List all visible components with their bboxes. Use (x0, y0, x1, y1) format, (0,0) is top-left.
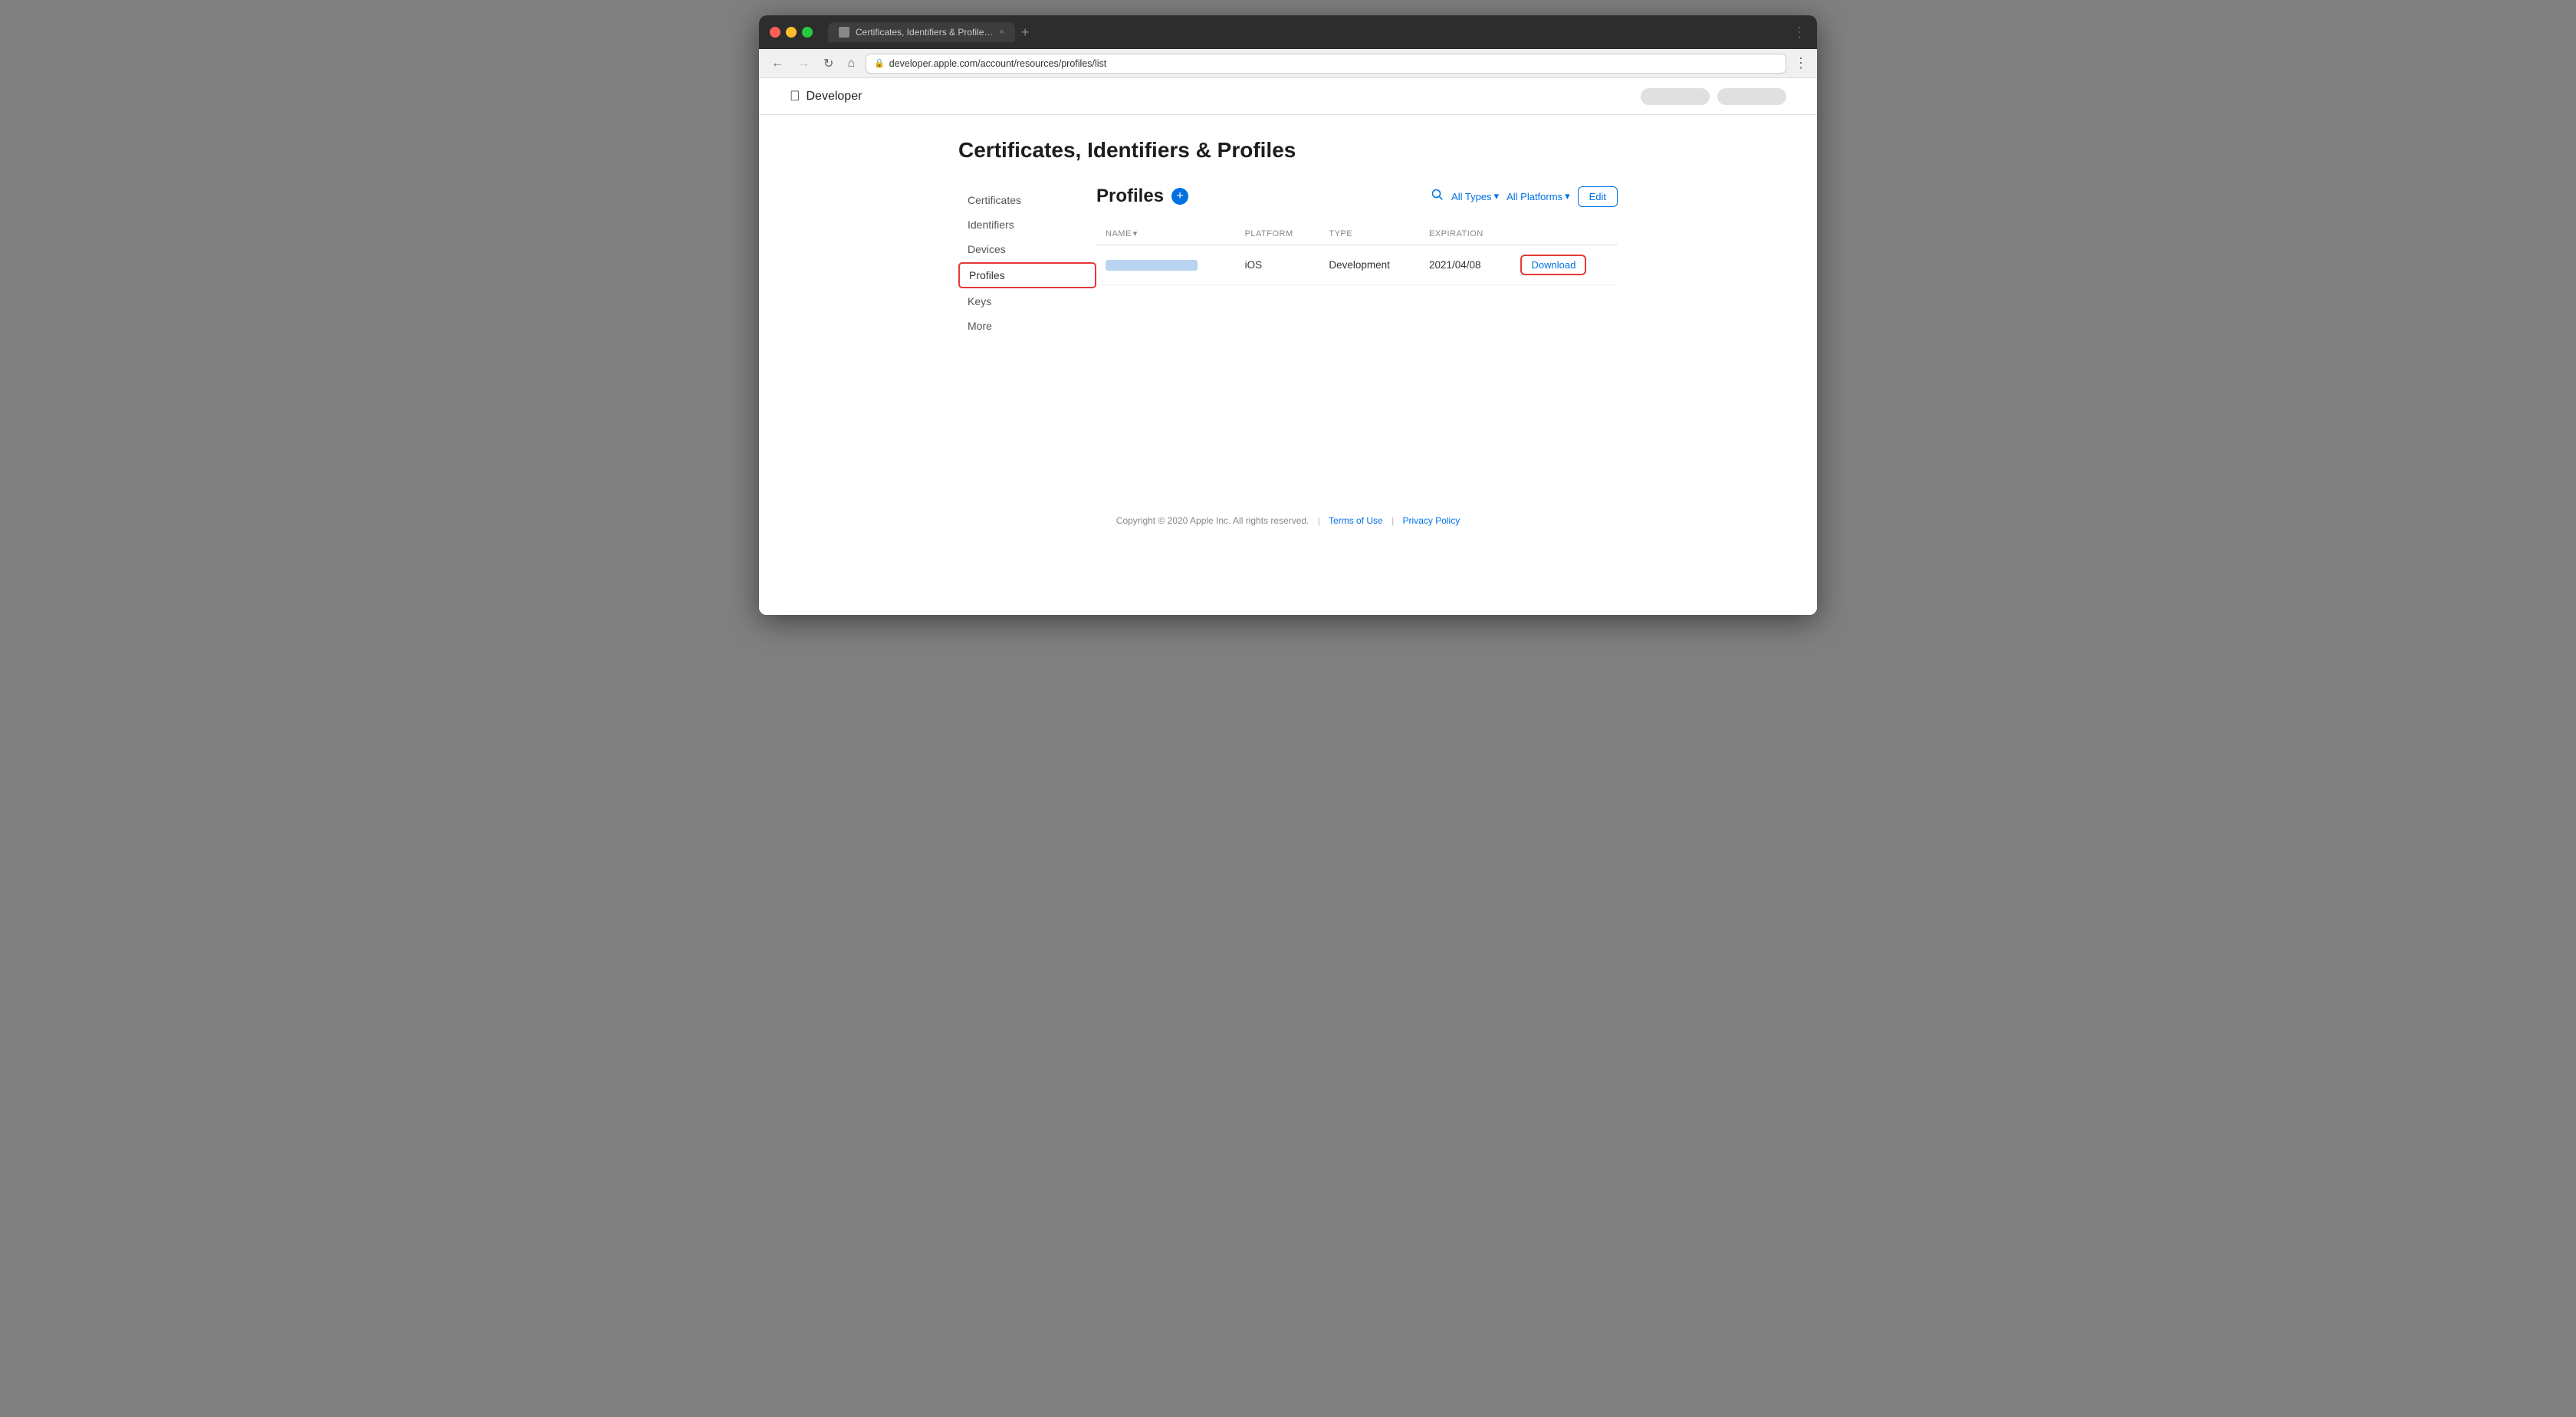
tab-title: Certificates, Identifiers & Profile… (856, 27, 993, 38)
footer-separator-2: | (1392, 515, 1394, 526)
active-tab[interactable]: Certificates, Identifiers & Profile… × (828, 22, 1015, 42)
main-container: Certificates, Identifiers & Profiles Cer… (943, 115, 1633, 564)
sidebar-item-profiles[interactable]: Profiles (958, 262, 1096, 288)
apple-logo-icon:  (790, 88, 800, 104)
close-traffic-light[interactable] (770, 27, 780, 38)
sidebar-item-more[interactable]: More (958, 314, 1096, 337)
fullscreen-traffic-light[interactable] (802, 27, 813, 38)
lock-icon: 🔒 (874, 58, 885, 68)
browser-toolbar: ← → ↻ ⌂ 🔒 developer.apple.com/account/re… (759, 49, 1817, 78)
copyright-text: Copyright © 2020 Apple Inc. All rights r… (1116, 515, 1309, 526)
tab-close-icon[interactable]: × (999, 28, 1004, 37)
address-bar[interactable]: 🔒 developer.apple.com/account/resources/… (866, 54, 1786, 74)
sidebar-item-identifiers[interactable]: Identifiers (958, 213, 1096, 236)
panel-header: Profiles + All Types (1096, 186, 1618, 207)
forward-button[interactable]: → (794, 55, 813, 72)
download-button[interactable]: Download (1520, 255, 1586, 275)
profiles-table: NAME ▾ PLATFORM TYPE EXPIRATION (1096, 222, 1618, 285)
traffic-lights (770, 27, 813, 38)
browser-menu-button[interactable]: ⋮ (1792, 25, 1806, 41)
chevron-down-icon: ▾ (1494, 190, 1500, 202)
tab-favicon (839, 27, 849, 38)
page-content:  Developer Certificates, Identifiers & … (759, 78, 1817, 615)
page-footer: Copyright © 2020 Apple Inc. All rights r… (943, 492, 1633, 541)
col-header-platform: PLATFORM (1236, 222, 1320, 245)
back-button[interactable]: ← (768, 55, 787, 72)
panel-controls: All Types ▾ All Platforms ▾ Edit (1431, 186, 1618, 207)
panel-title-area: Profiles + (1096, 186, 1188, 207)
all-types-filter[interactable]: All Types ▾ (1451, 190, 1499, 202)
sidebar-item-certificates[interactable]: Certificates (958, 189, 1096, 212)
sidebar-item-keys[interactable]: Keys (958, 290, 1096, 313)
col-header-name: NAME ▾ (1096, 222, 1236, 245)
table-header: NAME ▾ PLATFORM TYPE EXPIRATION (1096, 222, 1618, 245)
privacy-policy-link[interactable]: Privacy Policy (1403, 515, 1460, 526)
col-header-expiration: EXPIRATION (1420, 222, 1512, 245)
profile-expiration-cell: 2021/04/08 (1420, 245, 1512, 285)
browser-titlebar: Certificates, Identifiers & Profile… × +… (759, 15, 1817, 49)
profile-platform-cell: iOS (1236, 245, 1320, 285)
table-body: iOS Development 2021/04/08 Download (1096, 245, 1618, 285)
col-header-type: TYPE (1319, 222, 1420, 245)
apple-logo-area:  Developer (790, 88, 862, 104)
terms-of-use-link[interactable]: Terms of Use (1329, 515, 1383, 526)
profile-type-cell: Development (1319, 245, 1420, 285)
header-pill-1 (1641, 88, 1710, 105)
profile-name-redacted (1106, 260, 1198, 271)
browser-window: Certificates, Identifiers & Profile… × +… (759, 15, 1817, 615)
home-button[interactable]: ⌂ (844, 55, 858, 72)
profile-action-cell: Download (1511, 245, 1618, 285)
browser-more-button[interactable]: ⋮ (1794, 55, 1808, 71)
add-profile-button[interactable]: + (1171, 188, 1188, 205)
all-platforms-filter[interactable]: All Platforms ▾ (1506, 190, 1570, 202)
url-text: developer.apple.com/account/resources/pr… (889, 58, 1106, 69)
panel-title: Profiles (1096, 186, 1164, 207)
sidebar: Certificates Identifiers Devices Profile… (958, 186, 1096, 339)
content-area: Certificates Identifiers Devices Profile… (943, 186, 1633, 339)
new-tab-button[interactable]: + (1021, 25, 1030, 41)
search-button[interactable] (1431, 189, 1444, 205)
profile-name-cell (1096, 245, 1236, 285)
page-title: Certificates, Identifiers & Profiles (943, 138, 1633, 163)
main-panel: Profiles + All Types (1096, 186, 1618, 339)
header-pill-2 (1717, 88, 1786, 105)
apple-header:  Developer (759, 78, 1817, 115)
minimize-traffic-light[interactable] (786, 27, 797, 38)
sort-icon: ▾ (1133, 228, 1138, 238)
sidebar-item-devices[interactable]: Devices (958, 238, 1096, 261)
edit-button[interactable]: Edit (1578, 186, 1618, 207)
tab-bar: Certificates, Identifiers & Profile… × + (828, 22, 1785, 42)
refresh-button[interactable]: ↻ (820, 54, 836, 73)
table-row: iOS Development 2021/04/08 Download (1096, 245, 1618, 285)
header-right (1641, 88, 1786, 105)
chevron-down-icon-2: ▾ (1565, 190, 1570, 202)
footer-separator-1: | (1318, 515, 1320, 526)
developer-label: Developer (807, 90, 863, 104)
col-header-action (1511, 222, 1618, 245)
